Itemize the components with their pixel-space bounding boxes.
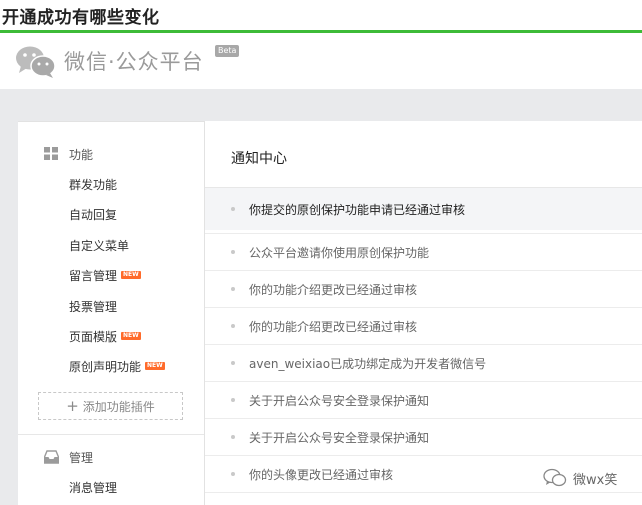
notification-item[interactable]: 你提交的原创保护功能申请已经通过审核 bbox=[205, 188, 642, 230]
new-badge: NEW bbox=[145, 362, 165, 370]
bullet-dot bbox=[231, 435, 235, 439]
notification-text: 关于开启公众号安全登录保护通知 bbox=[249, 430, 430, 445]
sidebar-item-custom-menu[interactable]: 自定义菜单 bbox=[69, 236, 129, 254]
inbox-icon bbox=[44, 450, 59, 464]
bullet-dot bbox=[231, 398, 235, 402]
watermark-text: 微wx笑 bbox=[573, 472, 618, 488]
notification-item[interactable]: 公众平台邀请你使用原创保护功能 bbox=[205, 234, 642, 270]
sidebar-item-message-management[interactable]: 消息管理 bbox=[69, 478, 117, 496]
manage-section-header[interactable]: 管理 bbox=[44, 448, 93, 466]
sidebar-item-auto-reply[interactable]: 自动回复 bbox=[69, 205, 117, 223]
wechat-bubble-icon bbox=[543, 468, 567, 487]
sidebar-item-label: 消息管理 bbox=[69, 480, 118, 495]
page-title: 通知中心 bbox=[231, 151, 287, 167]
row-divider bbox=[205, 492, 642, 493]
bullet-dot bbox=[231, 361, 235, 365]
top-nav-band bbox=[0, 89, 642, 121]
sidebar-item-originality-declaration[interactable]: 原创声明功能 NEW bbox=[69, 357, 165, 375]
add-plugin-label: 添加功能插件 bbox=[82, 399, 155, 414]
sidebar-item-label: 群发功能 bbox=[69, 177, 118, 192]
brand-title[interactable]: 微信·公众平台 bbox=[64, 46, 204, 76]
notification-text: 公众平台邀请你使用原创保护功能 bbox=[249, 245, 430, 260]
sidebar-top-border bbox=[18, 121, 204, 122]
notification-text: 你的头像更改已经通过审核 bbox=[249, 467, 394, 482]
sidebar-item-label: 自动回复 bbox=[69, 207, 118, 222]
sidebar-item-label: 原创声明功能 bbox=[69, 359, 142, 374]
site-header: 微信·公众平台 Beta bbox=[0, 33, 642, 89]
sidebar-item-mass-message[interactable]: 群发功能 bbox=[69, 175, 117, 193]
notification-text: 你的功能介绍更改已经通过审核 bbox=[249, 282, 418, 297]
notification-text: 关于开启公众号安全登录保护通知 bbox=[249, 393, 430, 408]
sidebar-item-label: 留言管理 bbox=[69, 268, 118, 283]
wechat-logo-icon[interactable] bbox=[15, 45, 57, 79]
bullet-dot bbox=[231, 324, 235, 328]
sidebar-item-label: 自定义菜单 bbox=[69, 238, 130, 253]
notification-item[interactable]: 你的功能介绍更改已经通过审核 bbox=[205, 308, 642, 344]
article-title: 开通成功有哪些变化 bbox=[2, 8, 160, 28]
notification-text: 你的功能介绍更改已经通过审核 bbox=[249, 319, 418, 334]
grid-icon bbox=[44, 147, 58, 160]
bullet-dot bbox=[231, 250, 235, 254]
sidebar-item-vote-management[interactable]: 投票管理 bbox=[69, 297, 117, 315]
plus-icon: + bbox=[66, 396, 79, 415]
function-section-label: 功能 bbox=[69, 147, 94, 162]
sidebar-section-divider bbox=[18, 434, 204, 435]
sidebar-item-page-template[interactable]: 页面模版 NEW bbox=[69, 327, 141, 345]
new-badge: NEW bbox=[121, 332, 141, 340]
beta-badge: Beta bbox=[215, 45, 240, 57]
add-plugin-button[interactable]: + 添加功能插件 bbox=[38, 392, 183, 420]
notification-text: 你提交的原创保护功能申请已经通过审核 bbox=[249, 202, 466, 217]
manage-section-label: 管理 bbox=[69, 450, 94, 465]
bullet-dot bbox=[231, 472, 235, 476]
notification-text: aven_weixiao已成功绑定成为开发者微信号 bbox=[249, 356, 487, 371]
sidebar-item-label: 页面模版 bbox=[69, 329, 118, 344]
bullet-dot bbox=[231, 287, 235, 291]
watermark: 微wx笑 bbox=[543, 468, 617, 488]
function-section-header[interactable]: 功能 bbox=[44, 145, 93, 163]
notification-item[interactable]: 你的功能介绍更改已经通过审核 bbox=[205, 271, 642, 307]
notification-item[interactable]: aven_weixiao已成功绑定成为开发者微信号 bbox=[205, 345, 642, 381]
bullet-dot bbox=[231, 207, 235, 211]
sidebar-item-label: 投票管理 bbox=[69, 299, 118, 314]
sidebar-item-comment-management[interactable]: 留言管理 NEW bbox=[69, 266, 141, 284]
notification-item[interactable]: 关于开启公众号安全登录保护通知 bbox=[205, 419, 642, 455]
notification-item[interactable]: 关于开启公众号安全登录保护通知 bbox=[205, 382, 642, 418]
new-badge: NEW bbox=[121, 271, 141, 279]
